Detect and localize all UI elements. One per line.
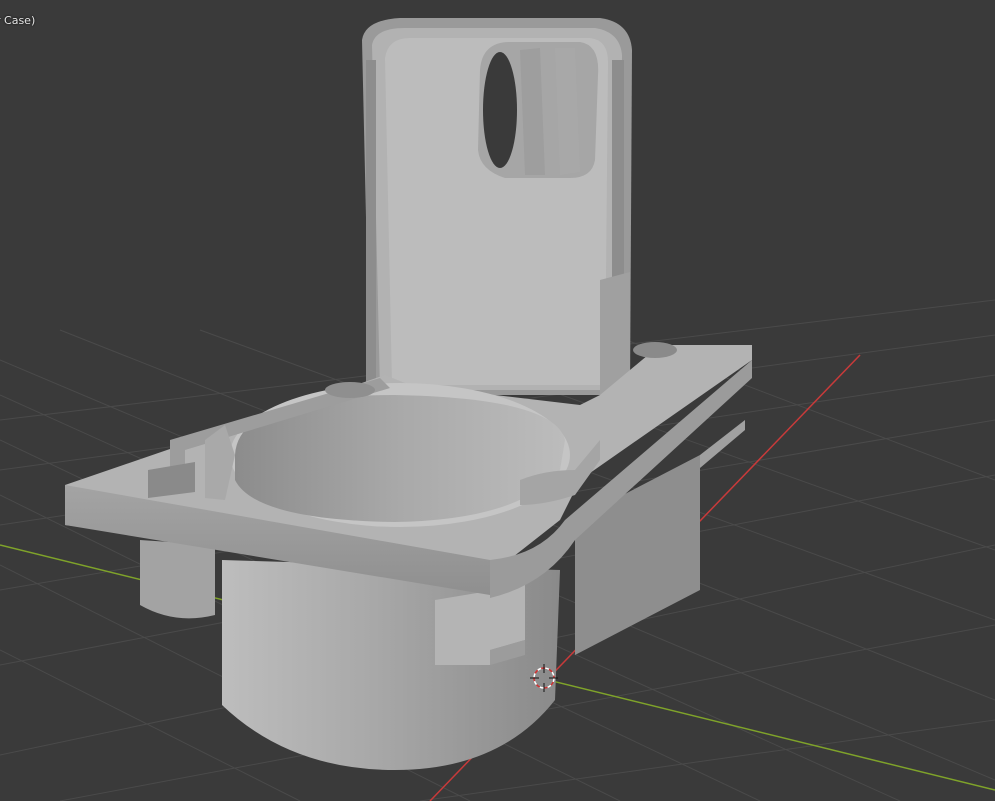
object-name-label: r Case) (0, 14, 36, 27)
viewport-scene (0, 18, 995, 801)
3d-viewport[interactable]: r Case) (0, 0, 995, 801)
cup-holder-model[interactable] (65, 18, 752, 770)
